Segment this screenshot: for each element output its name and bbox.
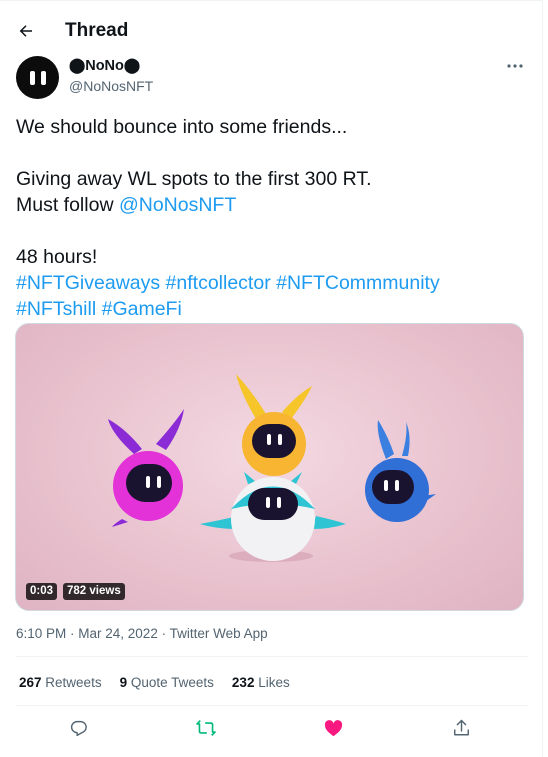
divider [16, 656, 528, 657]
quote-tweets-count: 9 [119, 675, 128, 690]
like-button[interactable] [319, 714, 347, 742]
share-button[interactable] [447, 714, 475, 742]
quote-tweets-stat[interactable]: 9 Quote Tweets [120, 675, 214, 690]
hashtag-link[interactable]: #NFTGiveaways [16, 272, 160, 294]
page-title: Thread [65, 20, 129, 41]
share-icon [453, 719, 469, 736]
likes-stat[interactable]: 232 Likes [232, 675, 290, 690]
avatar-eye [29, 70, 35, 85]
tweet-text-fragment: Must follow [16, 194, 119, 216]
tweet-line: Must follow @NoNosNFT [16, 192, 526, 218]
thread-header: Thread [0, 8, 543, 54]
tweet-actions [0, 714, 543, 742]
blue-robot [365, 420, 436, 522]
video-player[interactable]: 0:03 782 views [15, 323, 524, 611]
video-frame [108, 374, 436, 562]
retweets-count: 267 [19, 675, 42, 690]
video-duration-badge: 0:03 [26, 583, 58, 600]
tweet-line: Giving away WL spots to the first 300 RT… [16, 168, 372, 190]
avatar-eye [40, 70, 46, 85]
video-views-badge: 782 views [63, 583, 125, 600]
hashtag-link[interactable]: #nftcollector [166, 272, 271, 294]
retweet-icon [196, 720, 216, 736]
likes-label: Likes [258, 675, 290, 690]
tweet-stats: 267 Retweets 9 Quote Tweets 232 Likes [19, 675, 290, 690]
more-icon [507, 64, 523, 68]
back-button[interactable] [12, 17, 40, 45]
retweets-label: Retweets [45, 675, 102, 690]
tweet-line: We should bounce into some friends... [16, 116, 348, 138]
pink-robot [108, 409, 184, 527]
avatar[interactable] [16, 56, 59, 99]
reply-icon [70, 720, 87, 737]
retweets-stat[interactable]: 267 Retweets [19, 675, 102, 690]
white-robot [200, 472, 346, 561]
back-arrow-icon [19, 25, 32, 37]
author-handle[interactable]: @NoNosNFT [69, 78, 153, 94]
tweet-line: 48 hours! [16, 246, 98, 268]
hashtag-link[interactable]: #NFTCommmunity [276, 272, 440, 294]
divider [16, 705, 528, 706]
likes-count: 232 [231, 675, 255, 690]
reply-button[interactable] [65, 714, 93, 742]
like-icon [324, 719, 342, 736]
yellow-robot [236, 374, 312, 476]
hashtag-row: #NFTGiveaways #nftcollector #NFTCommmuni… [16, 270, 526, 296]
quote-tweets-label: Quote Tweets [130, 675, 214, 690]
hashtag-link[interactable]: #GameFi [102, 298, 182, 320]
retweet-button[interactable] [192, 714, 220, 742]
more-button[interactable] [502, 56, 528, 76]
tweet-text: We should bounce into some friends... Gi… [16, 114, 526, 322]
hashtag-link[interactable]: #NFTshill [16, 298, 96, 320]
mention-link[interactable]: @NoNosNFT [119, 194, 236, 216]
tweet-timestamp[interactable]: 6:10 PM · Mar 24, 2022 · Twitter Web App [16, 626, 268, 641]
author-name[interactable]: ⬤NoNo⬤ [69, 58, 140, 74]
hashtag-row: #NFTshill #GameFi [16, 296, 526, 322]
